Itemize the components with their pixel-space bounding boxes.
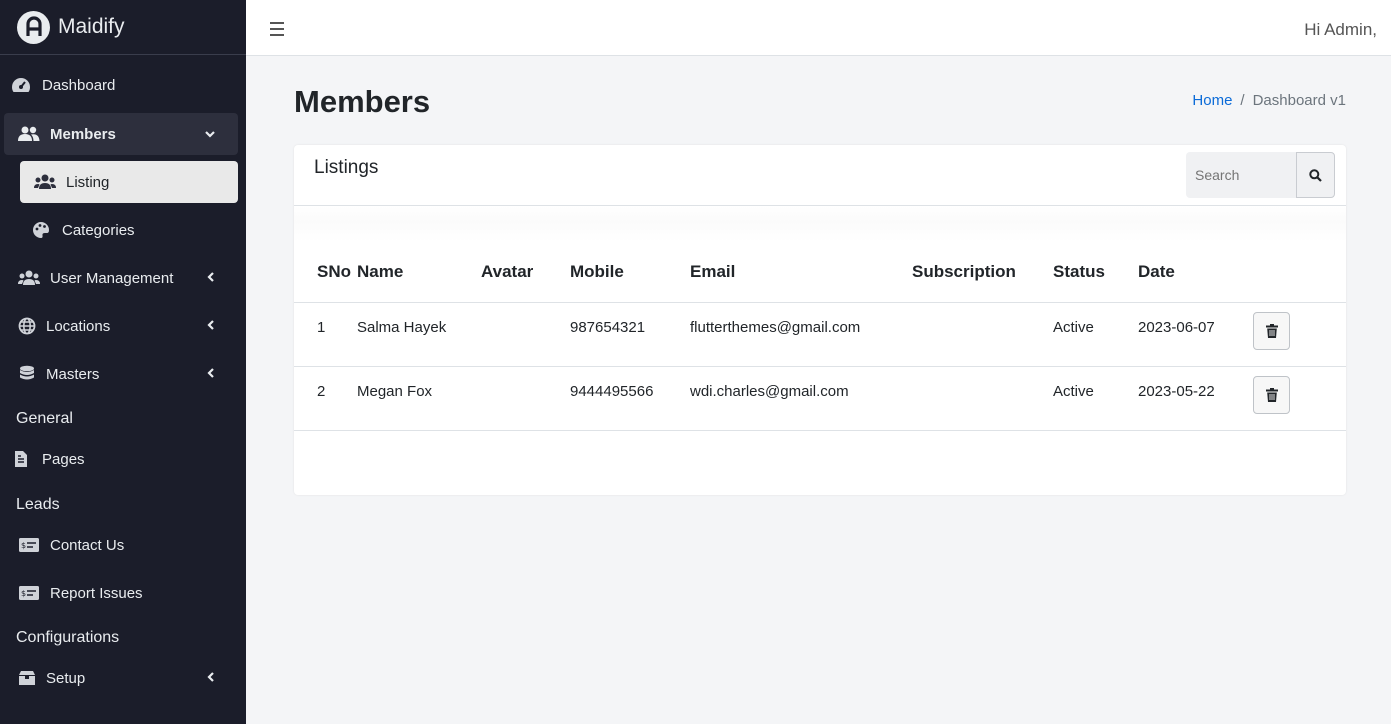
table-row: 2 Megan Fox 9444495566 wdi.charles@gmail…: [294, 366, 1346, 431]
svg-text:$: $: [21, 589, 26, 598]
search-group: [1186, 152, 1335, 198]
cell-subscription: [912, 302, 1053, 367]
cell-actions: [1253, 302, 1346, 367]
cell-mobile: 987654321: [570, 302, 690, 367]
svg-text:$: $: [21, 541, 26, 550]
sidebar-item-label: User Management: [50, 269, 174, 287]
brand[interactable]: Maidify: [0, 0, 246, 55]
hamburger-menu-icon[interactable]: [270, 22, 284, 40]
search-input[interactable]: [1186, 152, 1296, 198]
card-toolbar-spacer: [294, 206, 1346, 242]
sidebar-item-label: Pages: [42, 450, 85, 468]
sidebar-item-categories[interactable]: Categories: [30, 209, 264, 251]
sidebar-item-setup[interactable]: Setup: [4, 657, 238, 699]
column-header-subscription[interactable]: Subscription: [912, 242, 1053, 303]
cell-subscription: [912, 366, 1053, 431]
users-icon: [18, 126, 40, 142]
column-header-avatar[interactable]: Avatar: [481, 242, 570, 303]
cell-date: 2023-05-22: [1138, 366, 1253, 431]
sidebar-item-user-management[interactable]: User Management: [4, 257, 238, 299]
brand-name: Maidify: [58, 15, 125, 38]
cell-sno: 2: [294, 366, 357, 431]
user-greeting[interactable]: Hi Admin,: [1304, 20, 1377, 40]
column-header-email[interactable]: Email: [690, 242, 912, 303]
cell-date: 2023-06-07: [1138, 302, 1253, 367]
sidebar-item-label: Masters: [46, 365, 100, 383]
box-icon: [18, 670, 36, 686]
sidebar-item-pages[interactable]: Pages: [10, 438, 244, 480]
sidebar-item-label: Locations: [46, 317, 111, 335]
users-icon: [18, 270, 40, 286]
sidebar-item-label: Report Issues: [50, 584, 143, 602]
listings-card: Listings SNo Name Avatar Mobile Email Su…: [294, 145, 1346, 495]
search-icon: [1309, 168, 1322, 182]
members-table: SNo Name Avatar Mobile Email Subscriptio…: [294, 242, 1346, 431]
delete-button[interactable]: [1253, 311, 1290, 350]
cell-avatar: [481, 366, 570, 431]
chevron-down-icon: [204, 126, 216, 143]
sidebar-item-members[interactable]: Members: [4, 113, 238, 155]
search-button[interactable]: [1296, 152, 1335, 198]
sidebar-item-label: Dashboard: [42, 76, 116, 94]
trash-icon: [1265, 323, 1278, 338]
brand-logo-icon: [17, 10, 50, 44]
cell-status: Active: [1053, 366, 1138, 431]
column-header-actions: [1253, 242, 1346, 303]
sidebar-item-label: Listing: [66, 173, 110, 191]
file-icon: [10, 450, 32, 468]
cell-sno: 1: [294, 302, 357, 367]
delete-button[interactable]: [1253, 375, 1290, 414]
sidebar-item-contact-us[interactable]: $ Contact Us: [4, 524, 238, 566]
cell-avatar: [481, 302, 570, 367]
cell-name: Salma Hayek: [357, 302, 481, 367]
column-header-status[interactable]: Status: [1053, 242, 1138, 303]
cell-mobile: 9444495566: [570, 366, 690, 431]
sidebar-item-listing[interactable]: Listing: [20, 161, 238, 203]
breadcrumb-current: Dashboard v1: [1252, 92, 1346, 109]
sidebar-item-dashboard[interactable]: Dashboard: [10, 64, 244, 106]
users-group-icon: [34, 174, 56, 190]
cell-name: Megan Fox: [357, 366, 481, 431]
palette-icon: [30, 221, 52, 239]
breadcrumb: Home / Dashboard v1: [1192, 92, 1346, 109]
sidebar-header-configurations: Configurations: [16, 629, 120, 646]
page-title: Members: [294, 84, 431, 119]
sidebar-item-label: Contact Us: [50, 536, 125, 554]
card-header: Listings: [294, 145, 1346, 206]
chevron-left-icon: [206, 670, 216, 687]
chevron-left-icon: [206, 318, 216, 335]
sidebar-item-report-issues[interactable]: $ Report Issues: [4, 572, 238, 614]
sidebar-item-locations[interactable]: Locations: [4, 305, 238, 347]
cell-status: Active: [1053, 302, 1138, 367]
chevron-left-icon: [206, 366, 216, 383]
chevron-left-icon: [206, 270, 216, 287]
globe-icon: [18, 317, 36, 335]
sidebar-item-label: Setup: [46, 669, 86, 687]
database-icon: [18, 365, 36, 383]
column-header-mobile[interactable]: Mobile: [570, 242, 690, 303]
sidebar-header-leads: Leads: [16, 496, 60, 513]
trash-icon: [1265, 387, 1278, 402]
cell-email: wdi.charles@gmail.com: [690, 366, 912, 431]
breadcrumb-home-link[interactable]: Home: [1192, 92, 1232, 109]
cell-email: flutterthemes@gmail.com: [690, 302, 912, 367]
sidebar: Maidify Dashboard Members Listing Catego…: [0, 0, 246, 724]
table-header-row: SNo Name Avatar Mobile Email Subscriptio…: [294, 242, 1346, 303]
cell-actions: [1253, 366, 1346, 431]
tachometer-icon: [10, 76, 32, 94]
column-header-sno[interactable]: SNo: [294, 242, 357, 303]
column-header-date[interactable]: Date: [1138, 242, 1253, 303]
sidebar-header-general: General: [16, 410, 73, 427]
money-check-icon: $: [18, 537, 40, 553]
card-title: Listings: [314, 157, 379, 178]
top-navbar: Hi Admin,: [246, 0, 1391, 56]
breadcrumb-separator: /: [1240, 92, 1245, 109]
column-header-name[interactable]: Name: [357, 242, 481, 303]
sidebar-item-label: Members: [50, 125, 116, 143]
sidebar-item-label: Categories: [62, 221, 135, 239]
money-check-icon: $: [18, 585, 40, 601]
sidebar-item-masters[interactable]: Masters: [4, 353, 238, 395]
table-row: 1 Salma Hayek 987654321 flutterthemes@gm…: [294, 302, 1346, 367]
